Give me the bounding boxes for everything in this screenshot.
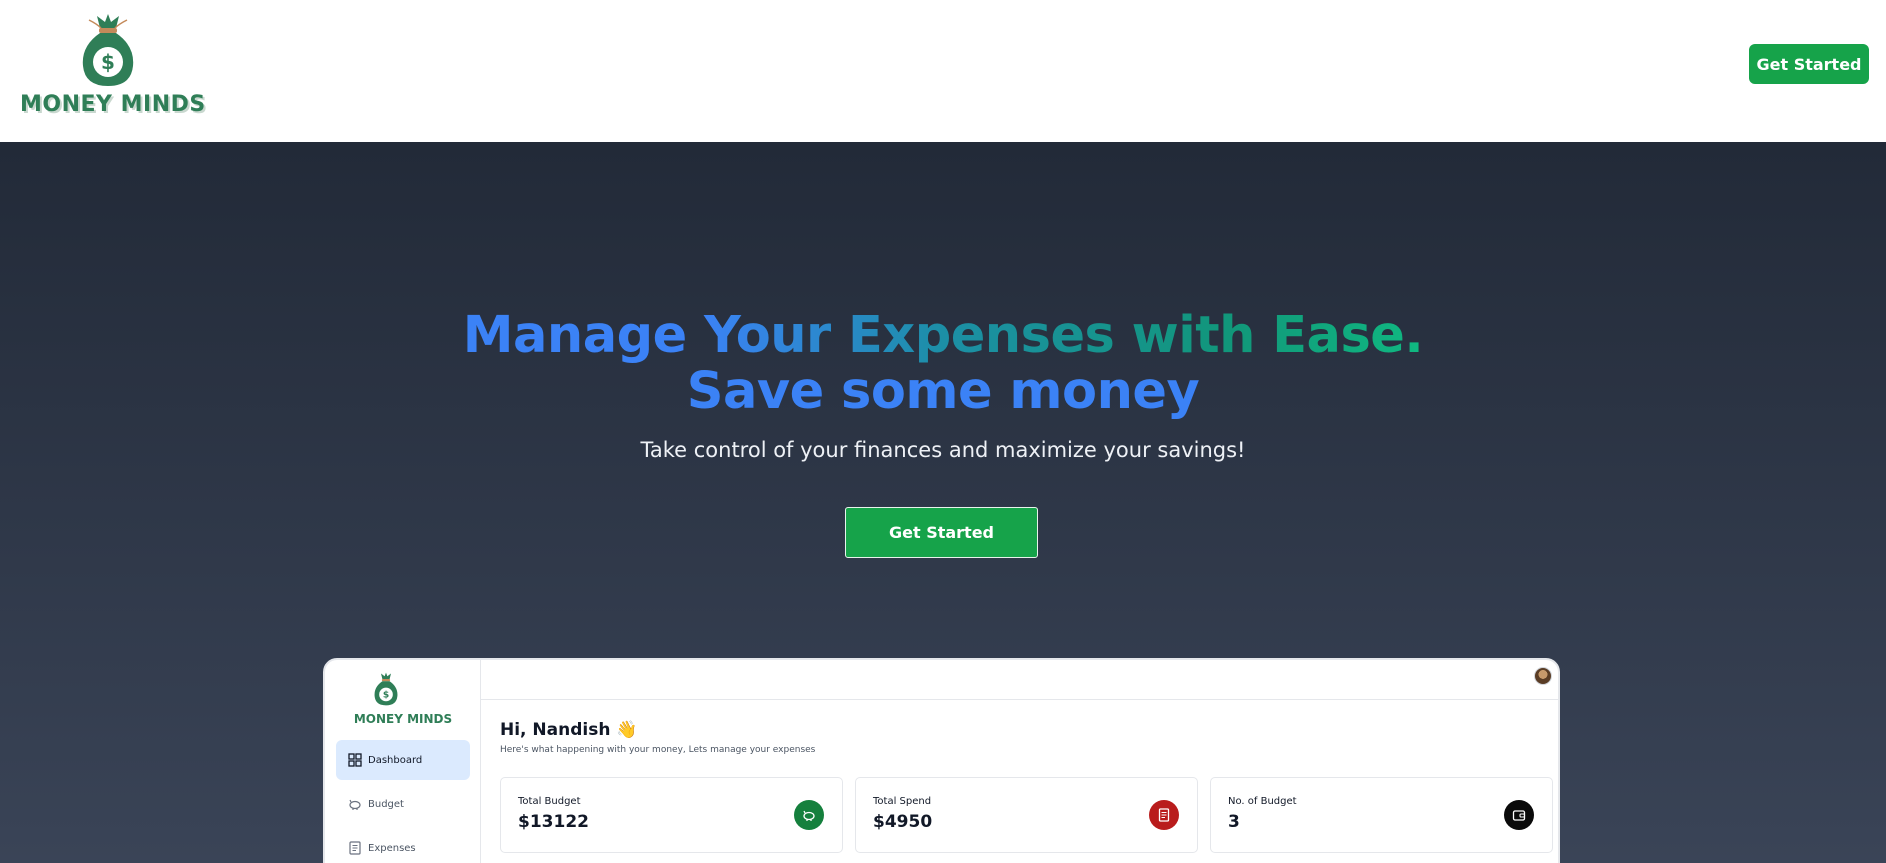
svg-text:$: $ — [383, 691, 389, 701]
card-value: $13122 — [518, 812, 589, 832]
top-navbar: $ MONEY MINDS Get Started — [0, 0, 1886, 142]
headline-line-1: Manage Your Expenses with Ease. — [462, 306, 1424, 365]
menu-item-budget[interactable]: Budget — [336, 784, 470, 824]
money-bag-icon: $ — [82, 14, 134, 86]
brand-logo[interactable]: $ MONEY MINDS — [20, 12, 206, 120]
preview-brand-name: MONEY MINDS — [353, 712, 453, 726]
nav-get-started-button[interactable]: Get Started — [1749, 44, 1869, 84]
piggy-bank-icon — [349, 799, 361, 810]
wallet-icon — [1504, 800, 1534, 830]
total-spend-card[interactable]: Total Spend $4950 — [855, 777, 1198, 853]
total-budget-card[interactable]: Total Budget $13122 — [500, 777, 843, 853]
menu-item-label: Dashboard — [368, 754, 423, 766]
menu-item-label: Expenses — [368, 842, 416, 854]
piggy-bank-icon — [794, 800, 824, 830]
svg-text:$: $ — [101, 50, 115, 74]
hero-subtitle: Take control of your finances and maximi… — [640, 438, 1246, 462]
brand-name: MONEY MINDS — [20, 92, 206, 117]
card-value: $4950 — [873, 812, 933, 832]
preview-sidebar: $ MONEY MINDS Dashboard Budget Expenses — [325, 660, 481, 863]
preview-menu: Dashboard Budget Expenses — [336, 740, 470, 863]
menu-item-label: Budget — [368, 798, 404, 810]
receipt-icon — [1149, 800, 1179, 830]
receipt-icon — [349, 841, 361, 855]
greeting-subtitle: Here's what happening with your money, L… — [500, 745, 816, 755]
card-value: 3 — [1228, 812, 1240, 832]
card-label: Total Budget — [518, 796, 581, 807]
grid-icon — [348, 753, 362, 767]
money-bag-icon: $ — [374, 672, 398, 706]
hero-section: Manage Your Expenses with Ease. Save som… — [0, 142, 1886, 863]
budget-count-card[interactable]: No. of Budget 3 — [1210, 777, 1553, 853]
card-label: No. of Budget — [1228, 796, 1297, 807]
menu-item-expenses[interactable]: Expenses — [336, 828, 470, 863]
hero-headline: Manage Your Expenses with Ease. Save som… — [0, 308, 1886, 420]
hero-get-started-button[interactable]: Get Started — [845, 507, 1038, 558]
greeting-title: Hi, Nandish 👋 — [500, 720, 638, 740]
headline-line-2: Save some money — [686, 362, 1200, 421]
avatar[interactable] — [1534, 667, 1552, 685]
preview-topbar — [481, 660, 1558, 700]
dashboard-preview: $ MONEY MINDS Dashboard Budget Expenses … — [323, 658, 1560, 863]
menu-item-dashboard[interactable]: Dashboard — [336, 740, 470, 780]
card-label: Total Spend — [873, 796, 932, 807]
